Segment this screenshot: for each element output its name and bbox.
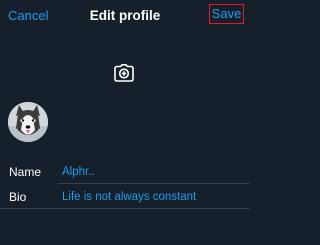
bio-field-row[interactable]: Bio Life is not always constant [0, 185, 250, 209]
divider [0, 208, 250, 209]
edit-profile-screen: Cancel Edit profile Save Name Alphr.. Bi… [0, 0, 250, 245]
name-field[interactable]: Alphr.. [62, 165, 95, 179]
name-field-row[interactable]: Name Alphr.. [0, 160, 250, 184]
save-button[interactable]: Save [209, 4, 244, 24]
camera-plus-icon[interactable] [114, 64, 134, 82]
bio-label: Bio [9, 190, 27, 204]
top-bar: Cancel Edit profile Save [0, 0, 250, 32]
avatar[interactable] [6, 100, 50, 144]
husky-dog-avatar [8, 102, 48, 142]
divider [58, 183, 250, 184]
name-label: Name [9, 165, 42, 179]
bio-field[interactable]: Life is not always constant [62, 190, 196, 204]
